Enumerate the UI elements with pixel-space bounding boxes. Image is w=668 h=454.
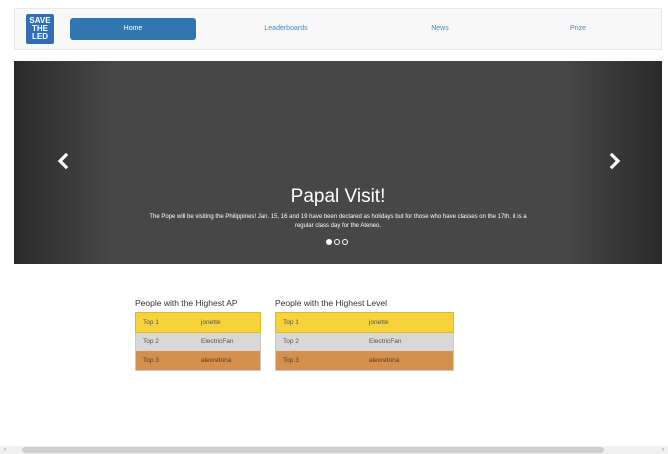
carousel-prev-button[interactable] xyxy=(53,151,73,171)
nav-home[interactable]: Home xyxy=(70,18,196,40)
nav-news[interactable]: News xyxy=(377,18,503,40)
carousel-caption-title: Papal Visit! xyxy=(290,186,386,207)
chevron-left-icon xyxy=(57,152,69,170)
rank-cell: Top 3 xyxy=(276,351,362,370)
leaderboard-level-title: People with the Highest Level xyxy=(275,298,387,308)
name-cell: ElectricFan xyxy=(362,332,453,351)
leaderboard-level: People with the Highest Level Top 1 jone… xyxy=(275,296,454,371)
rank-cell: Top 2 xyxy=(276,332,362,351)
logo-line-3: LED xyxy=(32,32,48,41)
chevron-right-icon xyxy=(609,152,621,170)
table-row: Top 2 ElectricFan xyxy=(276,332,453,351)
site-logo[interactable]: SAVE THE LED xyxy=(26,14,54,44)
horizontal-scrollbar[interactable]: ‹ › xyxy=(0,446,668,454)
navbar: SAVE THE LED Home Leaderboards News Priz… xyxy=(14,8,662,50)
rank-cell: Top 2 xyxy=(136,332,194,351)
table-row: Top 1 jonette xyxy=(275,312,454,333)
name-cell: ElectricFan xyxy=(194,332,260,351)
leaderboard-level-table: Top 1 jonette Top 2 ElectricFan Top 3 al… xyxy=(275,312,454,370)
table-row: Top 1 jonette xyxy=(135,312,261,333)
table-row: Top 3 alexretona xyxy=(136,351,260,370)
leaderboard-level-frame: Top 1 jonette Top 2 ElectricFan Top 3 al… xyxy=(275,312,454,371)
rank-cell: Top 3 xyxy=(136,351,194,370)
carousel-caption-text: The Pope will be visiting the Philippine… xyxy=(149,214,527,229)
carousel-indicator-1[interactable] xyxy=(326,239,332,245)
table-row: Top 3 alexretona xyxy=(276,351,453,370)
rank-cell: Top 1 xyxy=(276,313,362,332)
name-cell: alexretona xyxy=(362,351,453,370)
carousel-indicators xyxy=(326,239,356,247)
name-cell: alexretona xyxy=(194,351,260,370)
carousel-indicator-2[interactable] xyxy=(334,239,340,245)
name-cell: jonette xyxy=(362,313,453,332)
scroll-left-arrow[interactable]: ‹ xyxy=(0,446,10,454)
scroll-right-arrow[interactable]: › xyxy=(658,446,668,454)
name-cell: jonette xyxy=(194,313,260,332)
scrollbar-thumb[interactable] xyxy=(22,447,604,453)
leaderboard-ap-frame: Top 1 jonette Top 2 ElectricFan Top 3 al… xyxy=(135,312,261,371)
nav-leaderboards[interactable]: Leaderboards xyxy=(223,18,349,40)
table-row: Top 2 ElectricFan xyxy=(136,332,260,351)
leaderboard-ap-table: Top 1 jonette Top 2 ElectricFan Top 3 al… xyxy=(135,312,261,370)
rank-cell: Top 1 xyxy=(136,313,194,332)
nav-prize[interactable]: Prize xyxy=(515,18,641,40)
carousel-next-button[interactable] xyxy=(605,151,625,171)
leaderboard-ap-title: People with the Highest AP xyxy=(135,298,238,308)
news-carousel: Papal Visit! The Pope will be visiting t… xyxy=(14,61,662,264)
carousel-indicator-3[interactable] xyxy=(342,239,348,245)
leaderboard-ap: People with the Highest AP Top 1 jonette… xyxy=(135,296,261,371)
